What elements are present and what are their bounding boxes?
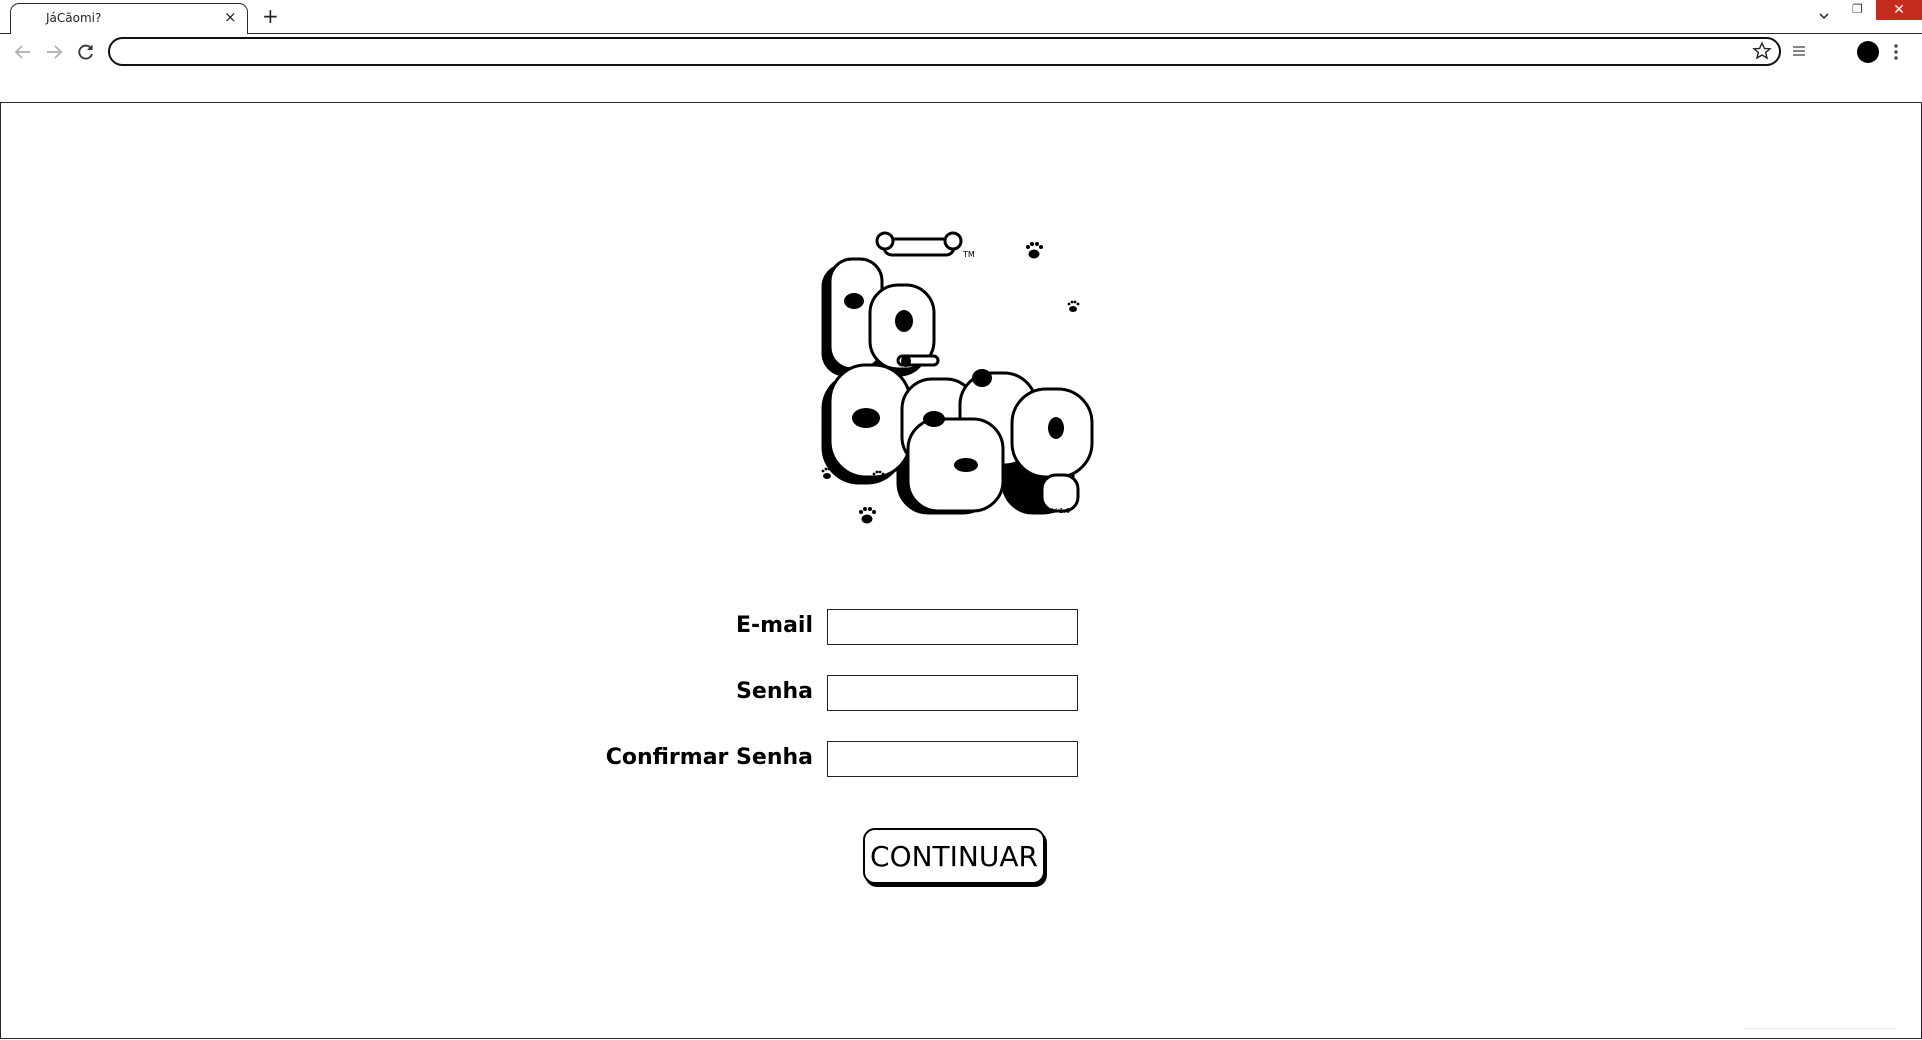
confirm-password-label: Confirmar Senha — [605, 745, 813, 770]
window-restore-icon[interactable]: ❐ — [1852, 2, 1868, 16]
jacaomi-logo: TM V 1.0 — [821, 231, 1094, 524]
tab-title: JáCãomi? — [46, 11, 102, 25]
window-close-button[interactable]: ✕ — [1876, 0, 1922, 20]
divider — [1745, 1028, 1895, 1029]
confirm-password-row: Confirmar Senha — [561, 741, 1081, 779]
new-tab-icon[interactable]: + — [262, 5, 279, 27]
tab-strip: JáCãomi? × + ❐ ✕ — [0, 0, 1922, 34]
star-icon[interactable] — [1752, 41, 1772, 61]
browser-window: JáCãomi? × + ❐ ✕ TM V 1.0 E-mail Senha C… — [0, 0, 1922, 1040]
more-menu-icon[interactable] — [1892, 42, 1900, 62]
forward-arrow-icon[interactable] — [43, 41, 65, 63]
password-row: Senha — [561, 675, 1081, 713]
password-field[interactable] — [827, 675, 1078, 711]
email-label: E-mail — [735, 613, 813, 638]
address-input[interactable] — [126, 42, 1730, 64]
tab-close-icon[interactable]: × — [224, 8, 237, 26]
profile-avatar-icon[interactable] — [1857, 41, 1879, 63]
logo-version: V 1.0 — [1052, 507, 1070, 515]
confirm-password-field[interactable] — [827, 741, 1078, 777]
password-label: Senha — [736, 679, 813, 704]
address-bar[interactable] — [108, 37, 1781, 66]
email-field[interactable] — [827, 609, 1078, 645]
continue-button[interactable]: CONTINUAR — [863, 828, 1045, 884]
reload-icon[interactable] — [75, 41, 97, 63]
back-arrow-icon[interactable] — [12, 41, 34, 63]
page-content: TM V 1.0 E-mail Senha Confirmar Senha CO… — [0, 103, 1922, 1039]
browser-toolbar — [0, 34, 1922, 103]
logo-trademark: TM — [962, 250, 975, 259]
reading-list-icon[interactable] — [1791, 42, 1807, 60]
tab-search-icon[interactable] — [1815, 7, 1833, 25]
email-row: E-mail — [561, 609, 1081, 647]
browser-tab-active[interactable]: JáCãomi? × — [10, 3, 248, 34]
